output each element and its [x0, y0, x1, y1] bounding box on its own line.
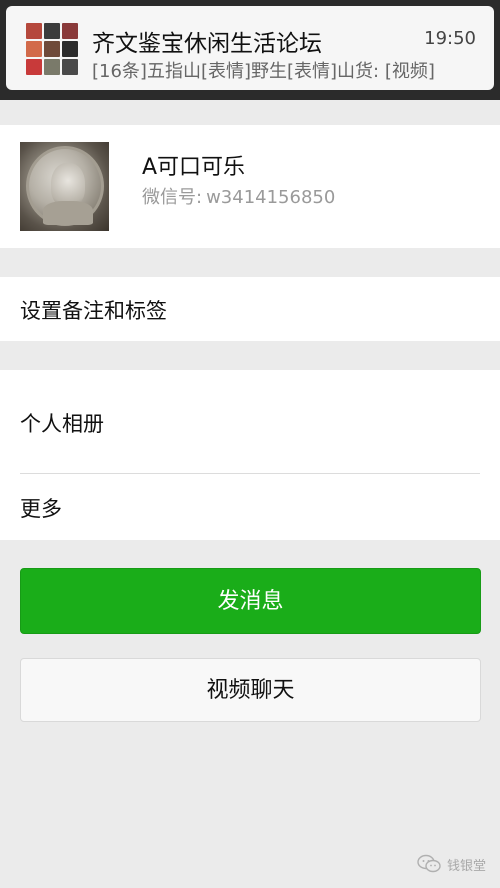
wechat-id: 微信号: w3414156850 — [142, 183, 335, 209]
group-member-avatar — [44, 23, 60, 39]
group-member-avatar — [62, 23, 78, 39]
watermark: 钱银堂 — [417, 854, 486, 874]
send-message-button[interactable]: 发消息 — [20, 568, 481, 634]
notification-title: 齐文鉴宝休闲生活论坛 — [92, 31, 322, 57]
wechat-logo-icon — [417, 854, 441, 873]
group-member-avatar — [62, 41, 78, 57]
group-member-avatar — [26, 41, 42, 57]
remark-tags-row[interactable]: 设置备注和标签 — [0, 277, 500, 341]
profile-card: A可口可乐 微信号: w3414156850 — [0, 125, 500, 248]
more-label: 更多 — [20, 497, 62, 521]
group-member-avatar — [62, 59, 78, 75]
group-member-avatar — [44, 41, 60, 57]
notification-time: 19:50 — [424, 28, 476, 49]
notification-banner[interactable]: 齐文鉴宝休闲生活论坛 19:50 [16条]五指山[表情]野生[表情]山货: [… — [6, 6, 494, 90]
notification-message: [16条]五指山[表情]野生[表情]山货: [视频] — [92, 61, 435, 82]
avatar[interactable] — [20, 142, 109, 231]
wechat-id-value: w3414156850 — [206, 187, 336, 208]
watermark-text: 钱银堂 — [446, 858, 486, 874]
group-avatar-icon — [26, 23, 78, 75]
video-chat-button[interactable]: 视频聊天 — [20, 658, 481, 722]
group-member-avatar — [26, 23, 42, 39]
contact-profile-screen: 齐文鉴宝休闲生活论坛 19:50 [16条]五指山[表情]野生[表情]山货: [… — [0, 0, 500, 888]
profile-name: A可口可乐 — [142, 155, 246, 180]
remark-tags-label: 设置备注和标签 — [20, 299, 167, 323]
personal-album-label: 个人相册 — [20, 412, 104, 436]
notification-backdrop: 齐文鉴宝休闲生活论坛 19:50 [16条]五指山[表情]野生[表情]山货: [… — [0, 0, 500, 100]
wechat-id-label: 微信号: — [142, 187, 203, 208]
personal-album-row[interactable]: 个人相册 — [0, 370, 500, 473]
menu-group: 个人相册 更多 — [0, 370, 500, 540]
group-member-avatar — [44, 59, 60, 75]
more-row[interactable]: 更多 — [0, 474, 500, 540]
coin-image — [26, 146, 104, 226]
group-member-avatar — [26, 59, 42, 75]
